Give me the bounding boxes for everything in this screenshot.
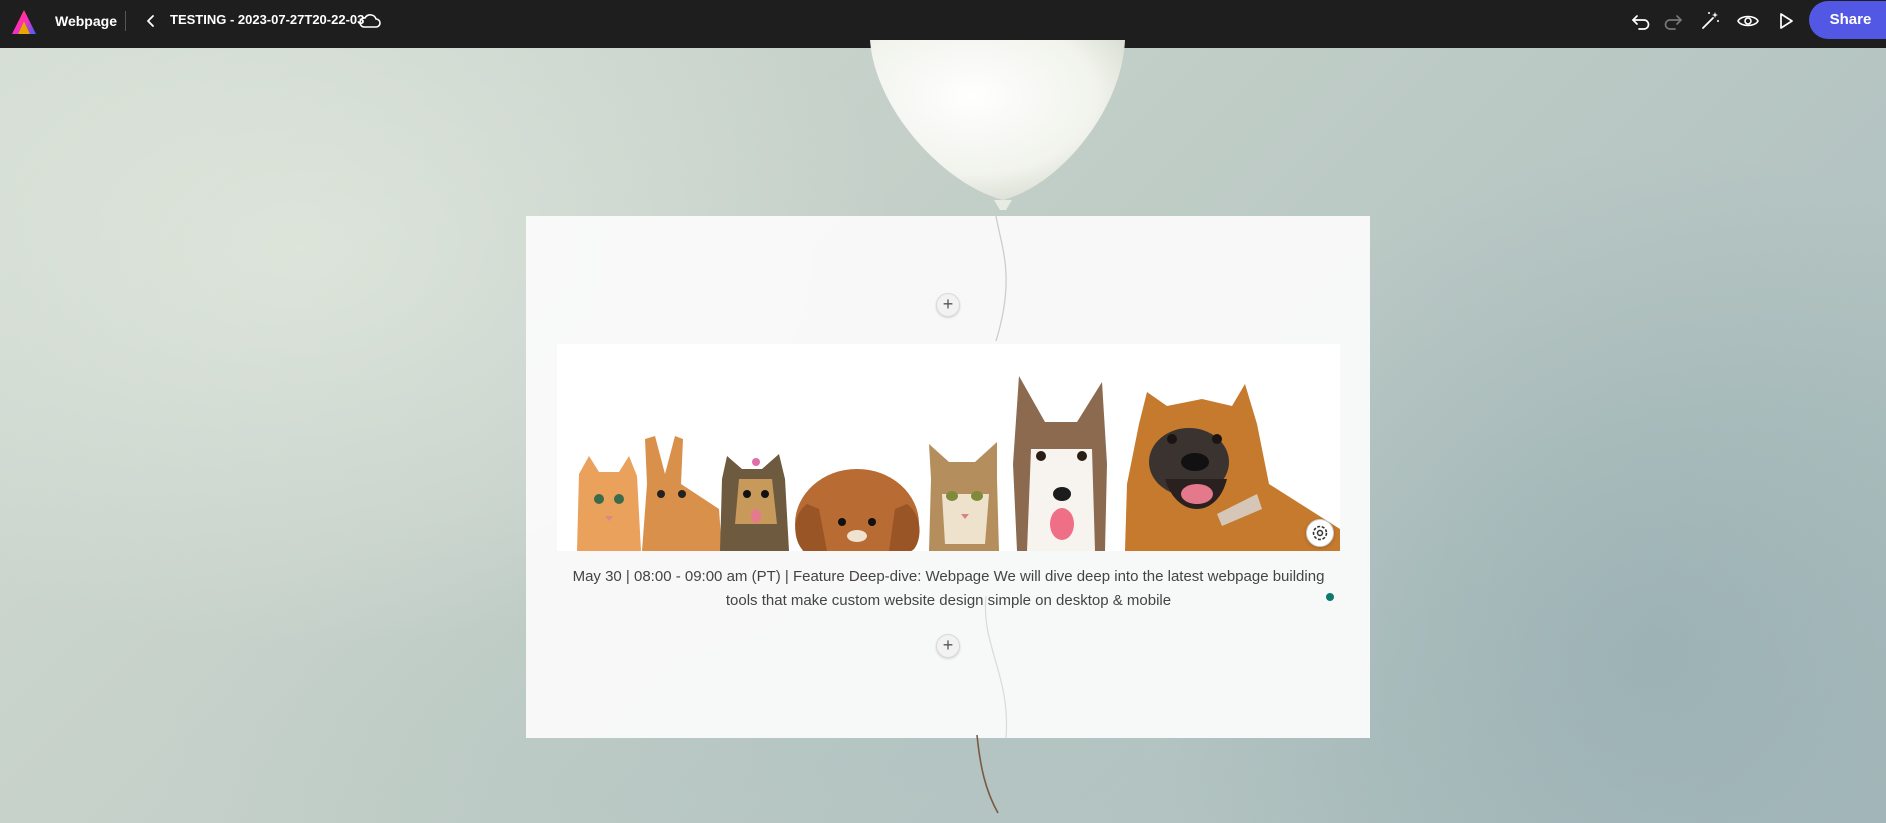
pets-illustration: [557, 344, 1340, 551]
status-dot: [1326, 593, 1334, 601]
document-title[interactable]: TESTING - 2023-07-27T20-22-03: [170, 0, 364, 40]
topbar-divider: [125, 11, 126, 31]
balloon-string-lower: [984, 596, 1008, 738]
balloon-image: [870, 40, 1125, 210]
webpage-section-card[interactable]: + May 30 | 08:00 - 09:00 am (PT) | Featu…: [526, 216, 1370, 738]
app-name: Webpage: [55, 13, 117, 29]
undo-icon[interactable]: [1629, 9, 1653, 33]
back-chevron-icon[interactable]: [140, 10, 162, 32]
add-section-top-button[interactable]: +: [936, 293, 960, 317]
redo-icon[interactable]: [1661, 9, 1685, 33]
balloon-string: [995, 216, 1007, 342]
cloud-icon[interactable]: [358, 10, 382, 32]
preview-eye-icon[interactable]: [1736, 9, 1760, 33]
play-icon[interactable]: [1773, 9, 1797, 33]
share-button[interactable]: Share: [1809, 1, 1886, 39]
event-caption[interactable]: May 30 | 08:00 - 09:00 am (PT) | Feature…: [557, 565, 1340, 613]
add-section-bottom-button[interactable]: +: [936, 634, 960, 658]
gear-icon[interactable]: [1306, 519, 1334, 547]
magic-wand-icon[interactable]: [1698, 9, 1722, 33]
pets-banner-image[interactable]: [557, 344, 1340, 551]
balloon-string-bottom: [976, 735, 999, 814]
adobe-express-logo[interactable]: [10, 8, 38, 38]
